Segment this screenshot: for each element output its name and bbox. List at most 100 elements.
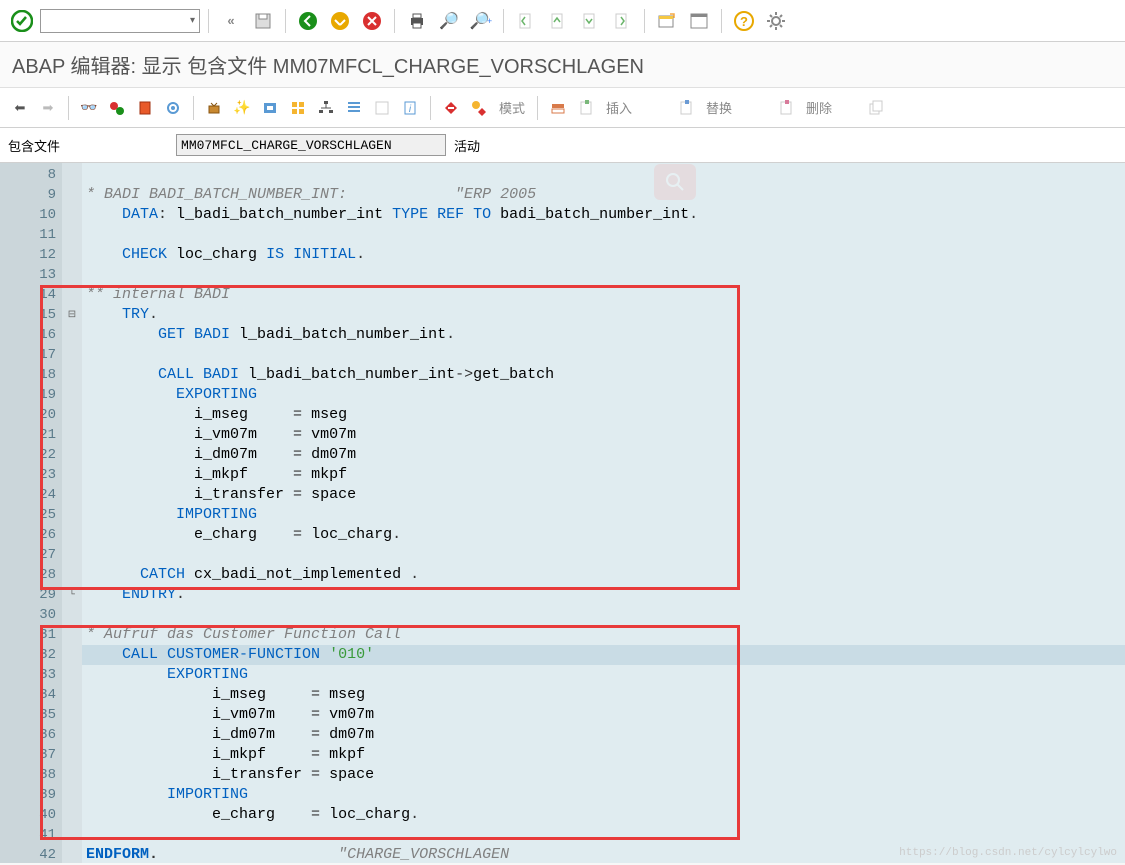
display-toggle-icon[interactable]: 👓 <box>77 96 101 120</box>
code-line[interactable]: IMPORTING <box>82 785 1125 805</box>
code-line[interactable] <box>82 345 1125 365</box>
check-icon[interactable] <box>202 96 226 120</box>
include-name-field[interactable] <box>176 134 446 156</box>
nav-back-icon[interactable]: ⬅ <box>8 96 32 120</box>
code-line[interactable]: i_mkpf = mkpf <box>82 465 1125 485</box>
file-info-row: 包含文件 活动 <box>0 128 1125 163</box>
main-toolbar: ▾ « 🔎 🔎+ ? <box>0 0 1125 42</box>
back-double-icon[interactable]: « <box>217 7 245 35</box>
page-down-icon[interactable] <box>576 7 604 35</box>
svg-text:?: ? <box>740 14 748 29</box>
code-line[interactable] <box>82 165 1125 185</box>
file-info-label: 包含文件 <box>8 136 60 155</box>
separator <box>285 9 286 33</box>
find-next-icon[interactable]: 🔎+ <box>467 7 495 35</box>
settings-icon[interactable] <box>762 7 790 35</box>
separator <box>721 9 722 33</box>
svg-text:i: i <box>409 104 412 115</box>
nav-stack-icon[interactable] <box>342 96 366 120</box>
ok-icon[interactable] <box>8 7 36 35</box>
back-icon[interactable] <box>294 7 322 35</box>
code-line[interactable]: EXPORTING <box>82 665 1125 685</box>
code-line[interactable]: i_mkpf = mkpf <box>82 745 1125 765</box>
code-line[interactable]: i_vm07m = vm07m <box>82 705 1125 725</box>
code-line[interactable]: DATA: l_badi_batch_number_int TYPE REF T… <box>82 205 1125 225</box>
code-line[interactable] <box>82 825 1125 845</box>
mode-label: 模式 <box>499 98 525 117</box>
test-icon[interactable] <box>258 96 282 120</box>
help-doc-icon[interactable]: i <box>398 96 422 120</box>
command-field[interactable]: ▾ <box>40 9 200 33</box>
code-line[interactable]: i_dm07m = dm07m <box>82 445 1125 465</box>
separator <box>503 9 504 33</box>
replace-icon[interactable] <box>674 96 698 120</box>
other-object-icon[interactable] <box>133 96 157 120</box>
page-up-icon[interactable] <box>544 7 572 35</box>
code-line[interactable]: i_mseg = mseg <box>82 405 1125 425</box>
separator <box>193 96 194 120</box>
code-line[interactable]: i_transfer = space <box>82 485 1125 505</box>
code-line[interactable]: e_charg = loc_charg. <box>82 805 1125 825</box>
code-line[interactable]: i_vm07m = vm07m <box>82 425 1125 445</box>
code-line[interactable] <box>82 265 1125 285</box>
secondary-toolbar: ⬅ ➡ 👓 ✨ i 模式 插入 替换 删除 <box>0 88 1125 128</box>
print-icon[interactable] <box>403 7 431 35</box>
code-line[interactable]: CALL BADI l_badi_batch_number_int->get_b… <box>82 365 1125 385</box>
separator <box>208 9 209 33</box>
insert-label: 插入 <box>606 98 632 117</box>
separator <box>430 96 431 120</box>
separator <box>68 96 69 120</box>
code-line[interactable]: * BADI BADI_BATCH_NUMBER_INT: "ERP 2005 <box>82 185 1125 205</box>
page-title: ABAP 编辑器: 显示 包含文件 MM07MFCL_CHARGE_VORSCH… <box>0 42 1125 88</box>
layout-icon[interactable] <box>685 7 713 35</box>
nav-forward-icon[interactable]: ➡ <box>36 96 60 120</box>
delete-icon[interactable] <box>774 96 798 120</box>
code-line[interactable]: IMPORTING <box>82 505 1125 525</box>
line-number-gutter: 8910111213141516171819202122232425262728… <box>12 163 62 863</box>
code-line[interactable]: i_transfer = space <box>82 765 1125 785</box>
code-line[interactable]: EXPORTING <box>82 385 1125 405</box>
chevron-down-icon: ▾ <box>190 15 195 26</box>
code-area[interactable]: https://blog.csdn.net/cylcylcylwo * BADI… <box>82 163 1125 863</box>
external-breakpoint-icon[interactable] <box>467 96 491 120</box>
code-line[interactable]: e_charg = loc_charg. <box>82 525 1125 545</box>
page-last-icon[interactable] <box>608 7 636 35</box>
separator <box>644 9 645 33</box>
replace-label: 替换 <box>706 98 732 117</box>
exit-icon[interactable] <box>326 7 354 35</box>
cancel-icon[interactable] <box>358 7 386 35</box>
object-list-icon[interactable] <box>314 96 338 120</box>
separator <box>537 96 538 120</box>
code-line[interactable]: CHECK loc_charg IS INITIAL. <box>82 245 1125 265</box>
where-used-icon[interactable] <box>286 96 310 120</box>
code-line[interactable]: ENDFORM. "CHARGE_VORSCHLAGEN <box>82 845 1125 865</box>
help-icon[interactable]: ? <box>730 7 758 35</box>
code-line[interactable] <box>82 605 1125 625</box>
code-editor: 8910111213141516171819202122232425262728… <box>0 163 1125 863</box>
insert-icon[interactable] <box>574 96 598 120</box>
breakpoint-icon[interactable] <box>439 96 463 120</box>
enhance-icon[interactable] <box>161 96 185 120</box>
page-first-icon[interactable] <box>512 7 540 35</box>
file-status-label: 活动 <box>454 136 480 155</box>
find-icon[interactable]: 🔎 <box>435 7 463 35</box>
activate-icon[interactable]: ✨ <box>230 96 254 120</box>
code-line[interactable]: ** internal BADI <box>82 285 1125 305</box>
editor-margin <box>0 163 12 863</box>
fullscreen-icon[interactable] <box>370 96 394 120</box>
code-line[interactable]: ENDTRY. <box>82 585 1125 605</box>
code-line[interactable]: i_dm07m = dm07m <box>82 725 1125 745</box>
clipboard-icon[interactable] <box>864 96 888 120</box>
code-line[interactable]: CATCH cx_badi_not_implemented . <box>82 565 1125 585</box>
code-line[interactable]: TRY. <box>82 305 1125 325</box>
pretty-print-icon[interactable] <box>546 96 570 120</box>
code-line[interactable]: * Aufruf das Customer Function Call <box>82 625 1125 645</box>
new-session-icon[interactable] <box>653 7 681 35</box>
code-line[interactable] <box>82 225 1125 245</box>
code-line[interactable]: GET BADI l_badi_batch_number_int. <box>82 325 1125 345</box>
code-line[interactable] <box>82 545 1125 565</box>
active-inactive-icon[interactable] <box>105 96 129 120</box>
code-line[interactable]: CALL CUSTOMER-FUNCTION '010' <box>82 645 1125 665</box>
save-icon[interactable] <box>249 7 277 35</box>
code-line[interactable]: i_mseg = mseg <box>82 685 1125 705</box>
